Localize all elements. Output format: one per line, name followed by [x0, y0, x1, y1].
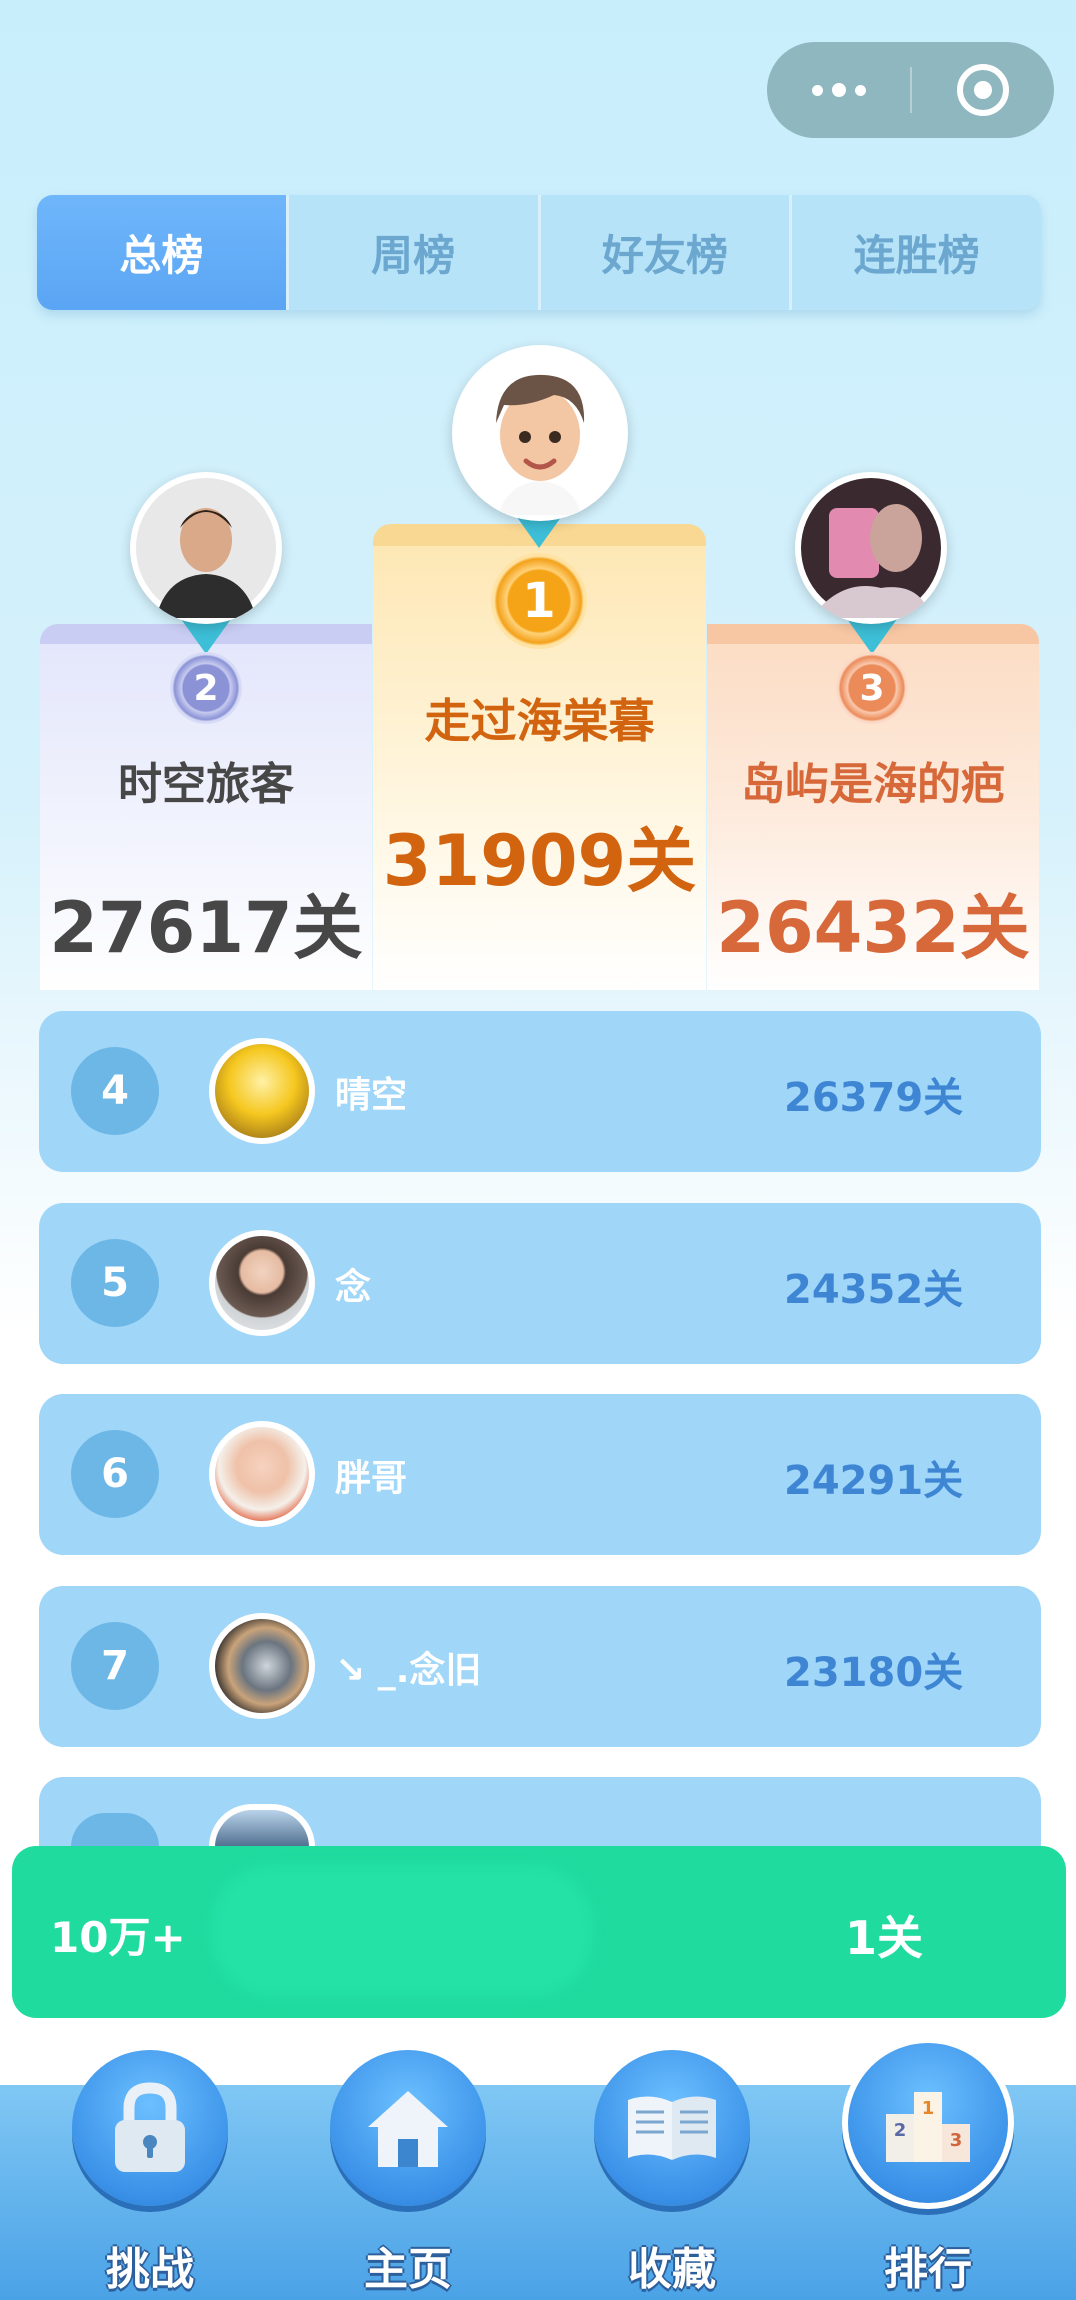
list-item[interactable]: 4 晴空 26379关 — [39, 1011, 1041, 1172]
home-icon — [330, 2050, 486, 2206]
tab-overall[interactable]: 总榜 — [37, 195, 289, 310]
tab-friends[interactable]: 好友榜 — [541, 195, 793, 310]
my-rank-bar[interactable]: 10万+ 1关 — [12, 1846, 1066, 2018]
player-name: 晴空 — [335, 1075, 408, 1116]
my-avatar-blurred — [212, 1866, 592, 1996]
player-score: 23180关 — [784, 1650, 964, 1696]
third-name: 岛屿是海的疤 — [741, 759, 1005, 810]
selfie-girl-icon — [801, 478, 941, 618]
third-score: 26432关 — [716, 887, 1030, 969]
list-item-partial[interactable] — [39, 1777, 1041, 1847]
list-item[interactable]: 5 念 24352关 — [39, 1203, 1041, 1364]
bottom-nav: 挑战 主页 收藏 1 2 3 排行 — [0, 2037, 1076, 2300]
my-rank: 10万+ — [50, 1913, 186, 1962]
ranking-tabs: 总榜 周榜 好友榜 连胜榜 — [37, 195, 1041, 310]
close-target-icon[interactable] — [912, 42, 1054, 138]
svg-text:3: 3 — [950, 2130, 963, 2151]
player-score: 24352关 — [784, 1267, 964, 1313]
tab-weekly[interactable]: 周榜 — [289, 195, 541, 310]
lock-icon — [72, 2050, 228, 2206]
tab-win-streak[interactable]: 连胜榜 — [792, 195, 1041, 310]
avatar — [209, 1613, 315, 1719]
avatar — [209, 1038, 315, 1144]
avatar-third[interactable] — [795, 472, 947, 624]
rank-badge — [71, 1813, 159, 1847]
nav-ranking[interactable]: 1 2 3 排行 — [828, 2037, 1028, 2300]
second-name: 时空旅客 — [118, 759, 294, 810]
player-score: 24291关 — [784, 1458, 964, 1504]
rank-badge: 6 — [71, 1430, 159, 1518]
mini-program-capsule — [767, 42, 1054, 138]
avatar — [209, 1230, 315, 1336]
nav-challenge-label: 挑战 — [106, 2244, 194, 2295]
list-item[interactable]: 7 ↘ _.念旧 23180关 — [39, 1586, 1041, 1747]
avatar — [209, 1421, 315, 1527]
first-score: 31909关 — [382, 820, 697, 902]
list-item[interactable]: 6 胖哥 24291关 — [39, 1394, 1041, 1555]
avatar — [209, 1804, 315, 1847]
podium-icon: 1 2 3 — [842, 2037, 1014, 2209]
cartoon-boy-icon — [458, 351, 622, 515]
second-score: 27617关 — [49, 887, 363, 969]
nav-favorites-label: 收藏 — [628, 2244, 716, 2295]
medal-third: 3 — [836, 652, 908, 724]
player-score: 26379关 — [784, 1075, 964, 1121]
my-score: 1关 — [845, 1911, 924, 1965]
svg-text:2: 2 — [894, 2120, 907, 2141]
more-menu-icon[interactable] — [767, 42, 910, 138]
nav-favorites[interactable]: 收藏 — [572, 2050, 772, 2300]
medal-second: 2 — [170, 652, 242, 724]
rank-badge: 5 — [71, 1239, 159, 1327]
player-name: 胖哥 — [335, 1458, 408, 1499]
svg-text:1: 1 — [922, 2098, 935, 2119]
book-icon — [594, 2050, 750, 2206]
avatar-first[interactable] — [452, 345, 628, 521]
nav-ranking-label: 排行 — [884, 2244, 972, 2295]
first-name: 走过海棠暮 — [424, 694, 655, 748]
man-portrait-icon — [136, 478, 276, 618]
rank-badge: 4 — [71, 1047, 159, 1135]
nav-home-label: 主页 — [364, 2244, 452, 2295]
nav-home[interactable]: 主页 — [308, 2050, 508, 2300]
rank-badge: 7 — [71, 1622, 159, 1710]
player-name: ↘ _.念旧 — [335, 1650, 482, 1691]
avatar-second[interactable] — [130, 472, 282, 624]
nav-challenge[interactable]: 挑战 — [50, 2050, 250, 2300]
player-name: 念 — [335, 1267, 372, 1308]
medal-first: 1 — [491, 553, 587, 649]
